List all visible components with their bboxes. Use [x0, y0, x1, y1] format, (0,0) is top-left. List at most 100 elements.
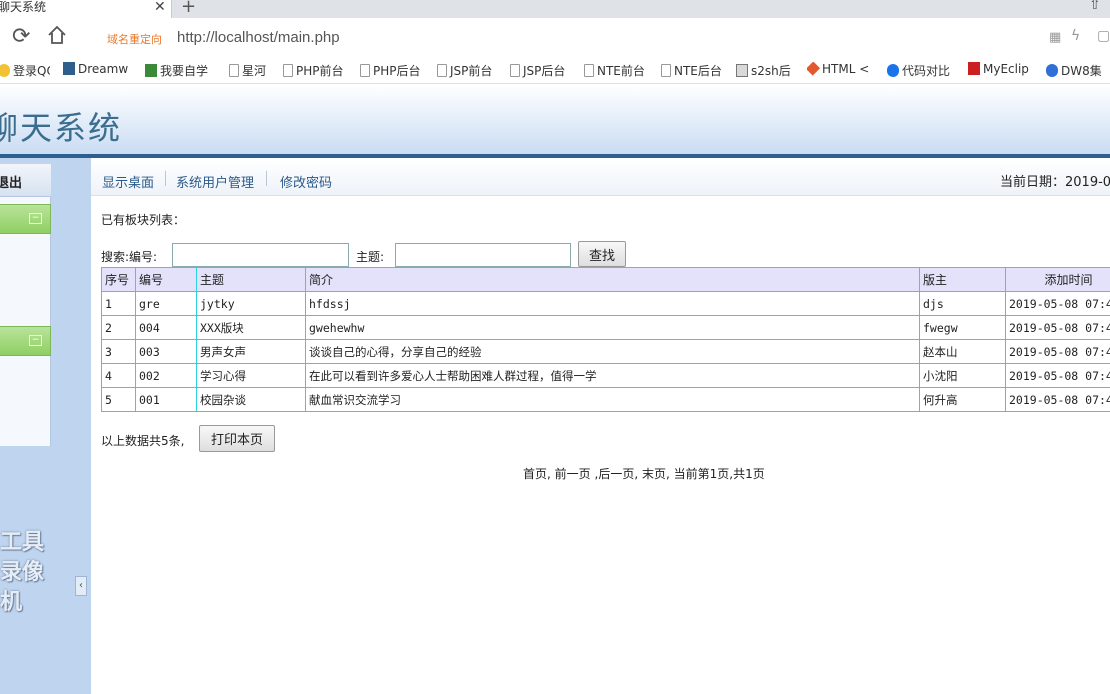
cell-subject: XXX版块 [196, 315, 306, 340]
nav-separator [266, 171, 267, 186]
app-header: 聊天系统 [0, 85, 1110, 155]
browser-tab-bar: 聊天系统 ✕ + ⇧ [0, 0, 1110, 18]
cell-index: 5 [101, 387, 136, 412]
nav-show-desktop[interactable]: 显示桌面 [102, 172, 154, 191]
board-table: 序号 编号 主题 简介 版主 添加时间 1 gre jytky hfdssj d… [101, 267, 1110, 412]
page-icon [360, 64, 370, 77]
v-icon [145, 64, 157, 77]
bookmark-item[interactable]: NTE后台 [661, 62, 727, 79]
cell-added-time: 2019-05-08 07:4 [1005, 339, 1110, 364]
browser-tab[interactable]: 聊天系统 ✕ [0, 0, 172, 18]
table-row[interactable]: 1 gre jytky hfdssj djs 2019-05-08 07:4 [101, 291, 1110, 316]
record-count: 以上数据共5条, [101, 434, 185, 448]
pager-last[interactable]: 末页, [642, 467, 670, 481]
image-icon [736, 64, 748, 77]
cell-moderator: djs [919, 291, 1006, 316]
search-button[interactable]: 查找 [578, 241, 626, 267]
col-header-code: 编号 [135, 267, 197, 292]
cell-moderator: 小沈阳 [919, 363, 1006, 388]
table-row[interactable]: 3 003 男声女声 谈谈自己的心得，分享自己的经验 赵本山 2019-05-0… [101, 339, 1110, 364]
reload-icon[interactable]: ⟳ [12, 24, 30, 49]
list-title: 已有板块列表： [101, 213, 186, 227]
bookmark-item[interactable]: MyEclip [968, 62, 1034, 76]
search-subject-input[interactable] [395, 243, 571, 267]
close-tab-icon[interactable]: ✕ [154, 0, 166, 15]
logout-label: 退出 [0, 176, 23, 191]
col-header-index: 序号 [101, 267, 136, 292]
sidebar: 退出 − − 工具 录像机 ‹ [0, 158, 91, 694]
bookmark-item[interactable]: PHP后台 [360, 62, 426, 79]
recorder-watermark: 工具 录像机 [0, 530, 45, 615]
search-subject-label: 主题: [356, 250, 385, 264]
cell-added-time: 2019-05-08 07:4 [1005, 363, 1110, 388]
qq-icon [0, 64, 10, 77]
bookmark-item[interactable]: JSP后台 [510, 62, 572, 79]
search-code-label: 搜索:编号: [101, 250, 158, 264]
cell-subject: 校园杂谈 [196, 387, 306, 412]
pagination: 首页, 前一页 ,后一页, 末页, 当前第1页,共1页 [523, 465, 765, 482]
sidebar-collapse-toggle[interactable]: ‹ [75, 576, 87, 596]
cell-code: 002 [135, 363, 197, 388]
bookmark-item[interactable]: 我要自学 [145, 62, 213, 79]
table-row[interactable]: 5 001 校园杂谈 献血常识交流学习 何升高 2019-05-08 07:4 [101, 387, 1110, 412]
current-date: 当前日期：2019-0 [1000, 175, 1110, 190]
cell-index: 3 [101, 339, 136, 364]
bookmark-item[interactable]: PHP前台 [283, 62, 349, 79]
col-header-subject: 主题 [196, 267, 306, 292]
cell-intro: hfdssj [305, 291, 920, 316]
bookmark-item[interactable]: 登录QQ [0, 62, 50, 79]
cell-subject: 学习心得 [196, 363, 306, 388]
pager-status: 当前第1页,共1页 [673, 467, 765, 481]
url-field[interactable]: http://localhost/main.php [177, 29, 340, 46]
bookmark-item[interactable]: NTE前台 [584, 62, 650, 79]
html-icon [807, 62, 821, 76]
home-icon[interactable] [47, 25, 67, 45]
window-menu-icon[interactable]: ⇧ [1089, 0, 1101, 13]
lightning-icon[interactable]: ϟ [1071, 28, 1080, 44]
nav-system-users[interactable]: 系统用户管理 [176, 172, 254, 191]
collapse-icon[interactable]: − [29, 335, 42, 346]
cell-added-time: 2019-05-08 07:4 [1005, 387, 1110, 412]
cell-intro: gwehewhw [305, 315, 920, 340]
table-header-row: 序号 编号 主题 简介 版主 添加时间 [101, 267, 1110, 292]
bookmark-item[interactable]: s2sh后 [736, 62, 794, 79]
nav-change-password[interactable]: 修改密码 [280, 172, 332, 191]
tab-title: 聊天系统 [0, 0, 47, 14]
top-nav: 显示桌面 系统用户管理 修改密码 当前日期：2019-0 [91, 158, 1110, 196]
cell-code: 003 [135, 339, 197, 364]
new-tab-icon[interactable]: + [181, 0, 196, 17]
qr-code-icon[interactable]: ▦ [1049, 30, 1061, 45]
bookmark-item[interactable]: Dreamw [63, 62, 133, 76]
col-header-moderator: 版主 [919, 267, 1006, 292]
bookmarks-bar: 登录QQ Dreamw 我要自学 星河 PHP前台 PHP后台 JSP前台 JS… [0, 56, 1110, 84]
pager-prev[interactable]: 前一页 [555, 467, 591, 481]
pager-next[interactable]: ,后一页, [595, 467, 639, 481]
table-row[interactable]: 4 002 学习心得 在此可以看到许多爱心人士帮助困难人群过程，值得一学 小沈阳… [101, 363, 1110, 388]
bookmark-item[interactable]: JSP前台 [437, 62, 499, 79]
page-icon [283, 64, 293, 77]
cell-moderator: 何升高 [919, 387, 1006, 412]
bookmark-item[interactable]: 星河 [229, 62, 273, 79]
cell-added-time: 2019-05-08 07:4 [1005, 315, 1110, 340]
logout-button[interactable]: 退出 [0, 164, 51, 197]
bookmark-item[interactable]: 代码对比 [887, 62, 955, 79]
cell-moderator: fwegw [919, 315, 1006, 340]
bookmark-item[interactable]: DW8集 [1046, 62, 1110, 79]
col-header-added-time: 添加时间 [1005, 267, 1110, 292]
code-compare-icon [887, 64, 899, 77]
extension-icon[interactable]: ▢ [1097, 28, 1110, 44]
search-code-input[interactable] [172, 243, 349, 267]
redirect-badge[interactable]: 域名重定向 [107, 31, 162, 47]
sidebar-group-2[interactable]: − [0, 326, 51, 356]
col-header-intro: 简介 [305, 267, 920, 292]
table-row[interactable]: 2 004 XXX版块 gwehewhw fwegw 2019-05-08 07… [101, 315, 1110, 340]
dreamweaver-icon [63, 62, 75, 75]
cell-added-time: 2019-05-08 07:4 [1005, 291, 1110, 316]
print-page-button[interactable]: 打印本页 [199, 425, 275, 452]
sidebar-group-1[interactable]: − [0, 204, 51, 234]
collapse-icon[interactable]: − [29, 213, 42, 224]
cell-index: 2 [101, 315, 136, 340]
pager-first[interactable]: 首页, [523, 467, 551, 481]
bookmark-item[interactable]: HTML < [807, 62, 873, 76]
cell-intro: 献血常识交流学习 [305, 387, 920, 412]
